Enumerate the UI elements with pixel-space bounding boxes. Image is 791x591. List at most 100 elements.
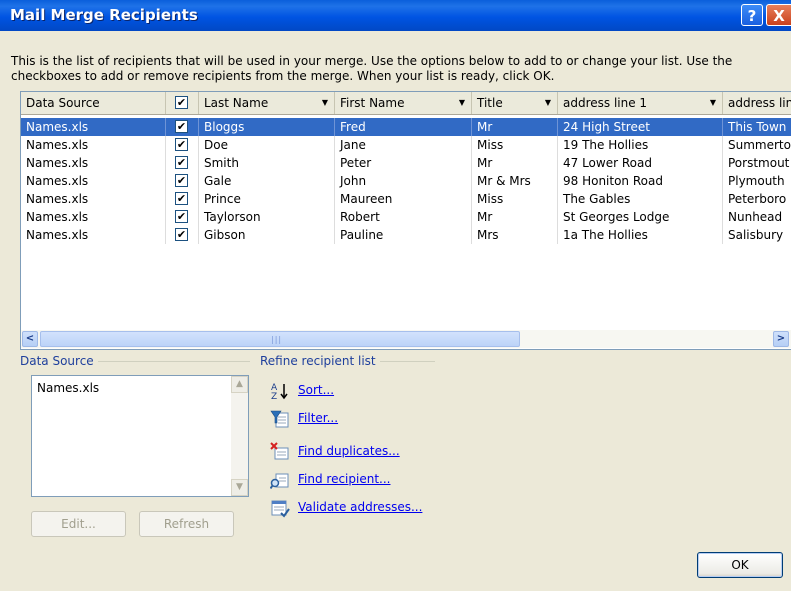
- column-header-label: First Name: [340, 96, 405, 110]
- address-line-1-cell: 24 High Street: [558, 118, 723, 136]
- column-header-label: address lin: [728, 96, 791, 110]
- include-checkbox[interactable]: ✔: [175, 192, 188, 205]
- dropdown-arrow-icon[interactable]: ▼: [322, 92, 328, 114]
- address-line-2-cell: Salisbury: [723, 226, 791, 244]
- find-recipient-icon: [270, 473, 289, 490]
- column-header-first-name[interactable]: First Name ▼: [335, 92, 472, 114]
- address-line-2-cell: This Town: [723, 118, 791, 136]
- column-header-address-line-2[interactable]: address lin: [723, 92, 791, 114]
- address-line-1-cell: 47 Lower Road: [558, 154, 723, 172]
- column-header-label: Data Source: [26, 96, 100, 110]
- sort-az-icon: A Z: [271, 383, 288, 401]
- address-line-1-cell: 19 The Hollies: [558, 136, 723, 154]
- scroll-left-button[interactable]: <: [22, 331, 38, 347]
- include-checkbox[interactable]: ✔: [175, 120, 188, 133]
- first-name-cell: Fred: [335, 118, 472, 136]
- address-line-1-cell: The Gables: [558, 190, 723, 208]
- mail-merge-recipients-dialog: Mail Merge Recipients ? X This is the li…: [0, 0, 791, 591]
- dropdown-arrow-icon[interactable]: ▼: [459, 92, 465, 114]
- column-header-label: Last Name: [204, 96, 269, 110]
- include-checkbox[interactable]: ✔: [175, 228, 188, 241]
- column-header-checkbox[interactable]: ✔: [166, 92, 199, 114]
- title-cell: Mr: [472, 154, 558, 172]
- svg-text:Z: Z: [271, 392, 277, 401]
- include-checkbox-cell[interactable]: ✔: [166, 208, 199, 226]
- data-source-cell: Names.xls: [21, 154, 166, 172]
- data-source-cell: Names.xls: [21, 208, 166, 226]
- scroll-up-button[interactable]: ▲: [231, 376, 248, 393]
- include-checkbox-cell[interactable]: ✔: [166, 190, 199, 208]
- table-row[interactable]: Names.xls ✔ Doe Jane Miss 19 The Hollies Summe…: [21, 136, 791, 154]
- include-checkbox[interactable]: ✔: [175, 174, 188, 187]
- address-line-2-cell: Summerto: [723, 136, 791, 154]
- data-source-list[interactable]: Names.xls ▲ ▼: [31, 375, 249, 497]
- edit-button[interactable]: Edit...: [31, 511, 126, 537]
- column-header-label: address line 1: [563, 96, 648, 110]
- list-header: Data Source ✔ Last Name ▼ First Name ▼ T…: [21, 92, 791, 115]
- include-checkbox-cell[interactable]: ✔: [166, 226, 199, 244]
- address-line-2-cell: Plymouth: [723, 172, 791, 190]
- address-line-2-cell: Nunhead: [723, 208, 791, 226]
- address-line-1-cell: 98 Honiton Road: [558, 172, 723, 190]
- refine-group-label: Refine recipient list: [260, 354, 380, 368]
- close-button[interactable]: X: [766, 4, 791, 26]
- title-cell: Miss: [472, 190, 558, 208]
- filter-link[interactable]: Filter...: [298, 411, 338, 425]
- address-line-2-cell: Peterboro: [723, 190, 791, 208]
- ok-button[interactable]: OK: [697, 552, 783, 578]
- include-checkbox[interactable]: ✔: [175, 156, 188, 169]
- table-row[interactable]: Names.xls ✔ Smith Peter Mr 47 Lower Road Porst…: [21, 154, 791, 172]
- table-row[interactable]: Names.xls ✔ Bloggs Fred Mr 24 High Street This…: [21, 118, 791, 136]
- table-row[interactable]: Names.xls ✔ Taylorson Robert Mr St Georges Lo…: [21, 208, 791, 226]
- table-row[interactable]: Names.xls ✔ Prince Maureen Miss The Gables Pet…: [21, 190, 791, 208]
- help-button[interactable]: ?: [741, 4, 763, 26]
- include-checkbox-cell[interactable]: ✔: [166, 136, 199, 154]
- window-title: Mail Merge Recipients: [10, 6, 198, 24]
- first-name-cell: Pauline: [335, 226, 472, 244]
- column-header-last-name[interactable]: Last Name ▼: [199, 92, 335, 114]
- data-source-cell: Names.xls: [21, 190, 166, 208]
- data-source-cell: Names.xls: [21, 172, 166, 190]
- find-recipient-link[interactable]: Find recipient...: [298, 472, 390, 486]
- title-cell: Mr: [472, 208, 558, 226]
- column-header-address-line-1[interactable]: address line 1 ▼: [558, 92, 723, 114]
- column-header-label: Title: [477, 96, 503, 110]
- dropdown-arrow-icon[interactable]: ▼: [545, 92, 551, 114]
- scroll-right-button[interactable]: >: [773, 331, 789, 347]
- validate-addresses-link[interactable]: Validate addresses...: [298, 500, 422, 514]
- refresh-button[interactable]: Refresh: [139, 511, 234, 537]
- select-all-checkbox[interactable]: ✔: [175, 96, 188, 109]
- first-name-cell: Robert: [335, 208, 472, 226]
- column-header-title[interactable]: Title ▼: [472, 92, 558, 114]
- address-line-1-cell: 1a The Hollies: [558, 226, 723, 244]
- find-duplicates-icon: [270, 442, 289, 460]
- first-name-cell: Jane: [335, 136, 472, 154]
- dropdown-arrow-icon[interactable]: ▼: [710, 92, 716, 114]
- column-header-data-source[interactable]: Data Source: [21, 92, 166, 114]
- title-bar[interactable]: Mail Merge Recipients ? X: [0, 0, 791, 31]
- last-name-cell: Taylorson: [199, 208, 335, 226]
- validate-addresses-icon: [271, 500, 290, 518]
- include-checkbox-cell[interactable]: ✔: [166, 118, 199, 136]
- include-checkbox-cell[interactable]: ✔: [166, 172, 199, 190]
- table-row[interactable]: Names.xls ✔ Gibson Pauline Mrs 1a The Hollies…: [21, 226, 791, 244]
- title-cell: Mr: [472, 118, 558, 136]
- horizontal-scrollbar[interactable]: < ||| >: [21, 330, 791, 348]
- last-name-cell: Doe: [199, 136, 335, 154]
- data-source-cell: Names.xls: [21, 136, 166, 154]
- data-source-scrollbar[interactable]: ▲ ▼: [231, 376, 248, 496]
- include-checkbox[interactable]: ✔: [175, 138, 188, 151]
- table-row[interactable]: Names.xls ✔ Gale John Mr & Mrs 98 Honiton Roa…: [21, 172, 791, 190]
- last-name-cell: Smith: [199, 154, 335, 172]
- last-name-cell: Gale: [199, 172, 335, 190]
- scroll-thumb[interactable]: |||: [40, 331, 520, 347]
- recipient-list[interactable]: Data Source ✔ Last Name ▼ First Name ▼ T…: [20, 91, 791, 350]
- data-source-item[interactable]: Names.xls: [37, 381, 99, 395]
- sort-link[interactable]: Sort...: [298, 383, 334, 397]
- first-name-cell: Peter: [335, 154, 472, 172]
- include-checkbox-cell[interactable]: ✔: [166, 154, 199, 172]
- scroll-down-button[interactable]: ▼: [231, 479, 248, 496]
- find-duplicates-link[interactable]: Find duplicates...: [298, 444, 400, 458]
- title-cell: Mrs: [472, 226, 558, 244]
- include-checkbox[interactable]: ✔: [175, 210, 188, 223]
